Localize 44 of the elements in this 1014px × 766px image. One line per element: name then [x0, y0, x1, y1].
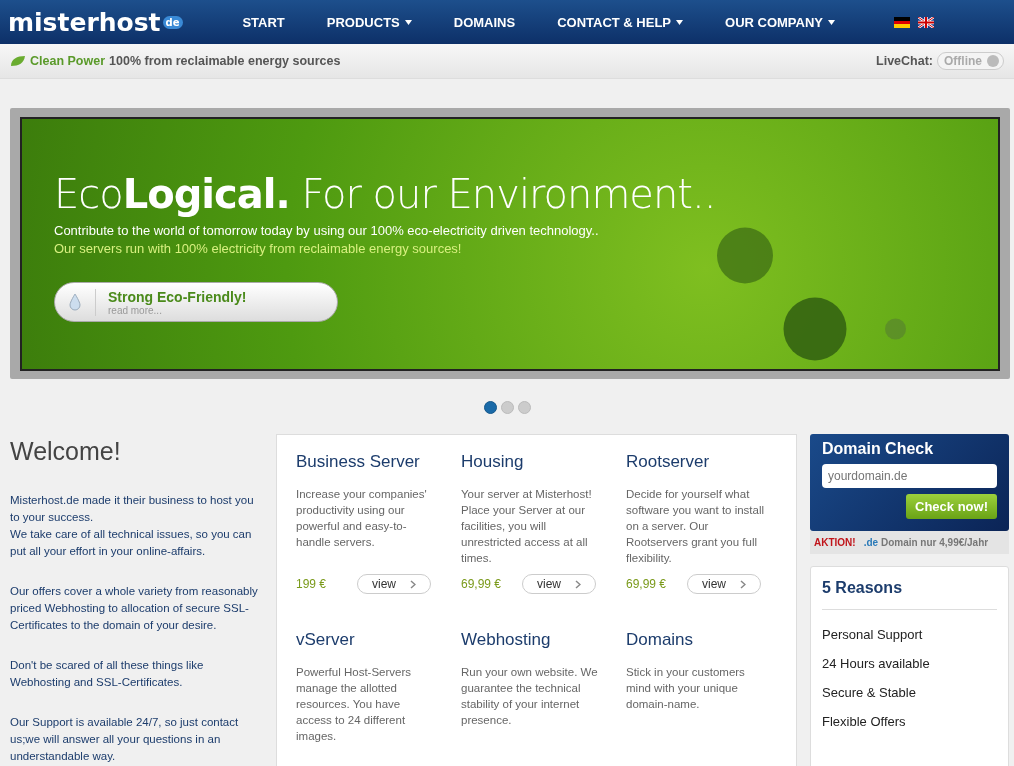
nav-menu-item[interactable]: CONTACT & HELP — [536, 14, 704, 30]
product-description: Stick in your customers mind with your unique domain-name. — [626, 664, 746, 712]
promo-text: .de Domain nur 4,99€/Jahr — [863, 537, 989, 548]
welcome-paragraph: Our Support is available 24/7, so just contact us;we will answer all your questions in an understandable way. — [10, 715, 240, 764]
product-price: 199 € — [296, 577, 327, 591]
reason-item: Secure & Stable — [822, 684, 917, 702]
reason-item: Personal Support — [822, 626, 924, 644]
banner-text: Our servers run with 100% electricity from reclaimable energy sources! — [54, 241, 463, 256]
promo-label: AKTION! — [814, 537, 856, 548]
product-title: Webhosting — [461, 629, 552, 650]
reason-item: 24 Hours available — [822, 655, 931, 673]
domain-input-field[interactable]: yourdomain.de — [822, 464, 997, 488]
welcome-title: Welcome! — [10, 438, 122, 464]
domain-check-title: Domain Check — [822, 440, 935, 458]
product-description: Increase your companies' productivity using our powerful and easy-to-handle servers. — [296, 487, 428, 550]
livechat-label: LiveChat: — [876, 54, 933, 68]
nav-menu-item[interactable]: OUR COMPANY — [704, 14, 856, 30]
product-description: Decide for yourself what software you want to install on a server. Our Rootservers grant you full flexibility. — [626, 487, 766, 566]
eco-friendly-button[interactable]: Strong Eco-Friendly! read more... — [54, 282, 338, 322]
nav-menu-item[interactable]: START — [221, 14, 306, 30]
nav-menu-item[interactable]: DOMAINS — [432, 14, 537, 30]
welcome-paragraph: Misterhost.de made it their business to host you to your success. We take care of all technical issues, so you can put all your effort in your online-affairs. — [10, 493, 255, 559]
product-description: Run your own website. We guarantee the technical stability of your internet presence. — [461, 664, 599, 728]
product-title: Rootserver — [626, 452, 711, 472]
energy-text: 100% from reclaimable energy sources — [109, 54, 341, 68]
banner-headline: EcoLogical. For our Environment.. — [54, 171, 717, 217]
reason-item: Flexible Offers — [822, 713, 907, 731]
view-button[interactable]: view — [522, 574, 596, 594]
product-title: Business Server — [296, 452, 421, 472]
product-title: Domains — [626, 629, 695, 650]
product-price: 69,99 € — [461, 577, 502, 591]
reasons-title: 5 Reasons — [822, 579, 997, 610]
clean-power-label: Clean Power — [30, 54, 106, 68]
product-price: 69,99 € — [626, 577, 667, 591]
welcome-paragraph: Our offers cover a whole variety from reasonably priced Webhosting to allocation of secure SSL-Certificates to the domain of your desire. — [10, 584, 259, 633]
product-description: Your server at Misterhost! Place your Server at our facilities, you will unrestricted access at all times. — [461, 487, 593, 566]
product-title: vServer — [296, 629, 356, 650]
welcome-paragraph: Don't be scared of all these things like Webhosting and SSL-Certificates. — [10, 658, 205, 690]
view-button[interactable]: view — [357, 574, 431, 594]
product-title: Housing — [461, 452, 525, 472]
view-button[interactable]: view — [687, 574, 761, 594]
nav-menu-item[interactable]: PRODUCTS — [305, 14, 433, 30]
product-description: Powerful Host-Servers manage the allotted resources. You have access to 24 different images. — [296, 664, 413, 744]
banner-text: Contribute to the world of tomorrow today by using our 100% eco-electricity driven technology.. — [54, 223, 600, 238]
